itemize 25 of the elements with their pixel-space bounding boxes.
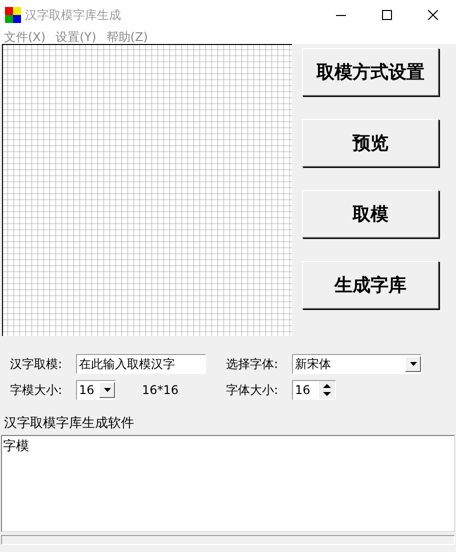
action-button[interactable]: 生成字库 xyxy=(302,261,439,309)
action-button[interactable]: 取模方式设置 xyxy=(302,48,439,96)
close-icon xyxy=(428,10,438,20)
field-label: 汉字取模: xyxy=(10,356,64,373)
menu-item[interactable]: 设置(Y) xyxy=(54,30,104,44)
dropdown-arrow-icon xyxy=(104,388,110,392)
text-field[interactable]: 在此输入取模汉字 xyxy=(76,354,206,374)
menu-item[interactable]: 帮助(Z) xyxy=(104,30,156,44)
size-dropdown[interactable]: 16 xyxy=(76,380,116,400)
dropdown-arrow-icon xyxy=(410,362,416,366)
action-button[interactable]: 取模 xyxy=(302,190,439,238)
window-title: 汉字取模字库生成 xyxy=(25,7,121,24)
action-button[interactable]: 预览 xyxy=(302,119,439,167)
field-label: 字体大小: xyxy=(226,382,280,399)
field-label: 字模大小: xyxy=(10,382,64,399)
output-label: 汉字取模字库生成软件 xyxy=(3,415,135,433)
font-dropdown[interactable]: 新宋体 xyxy=(292,354,422,374)
maximize-icon xyxy=(382,10,392,20)
font-size-spinner[interactable]: 16 xyxy=(292,380,336,400)
output-text-area[interactable]: 字模 xyxy=(1,434,455,532)
menu-item[interactable]: 文件(X) xyxy=(2,30,54,44)
field-label: 选择字体: xyxy=(226,356,280,373)
minimize-icon xyxy=(336,14,346,16)
size-readout: 16*16 xyxy=(142,382,179,399)
app-icon xyxy=(5,7,21,23)
